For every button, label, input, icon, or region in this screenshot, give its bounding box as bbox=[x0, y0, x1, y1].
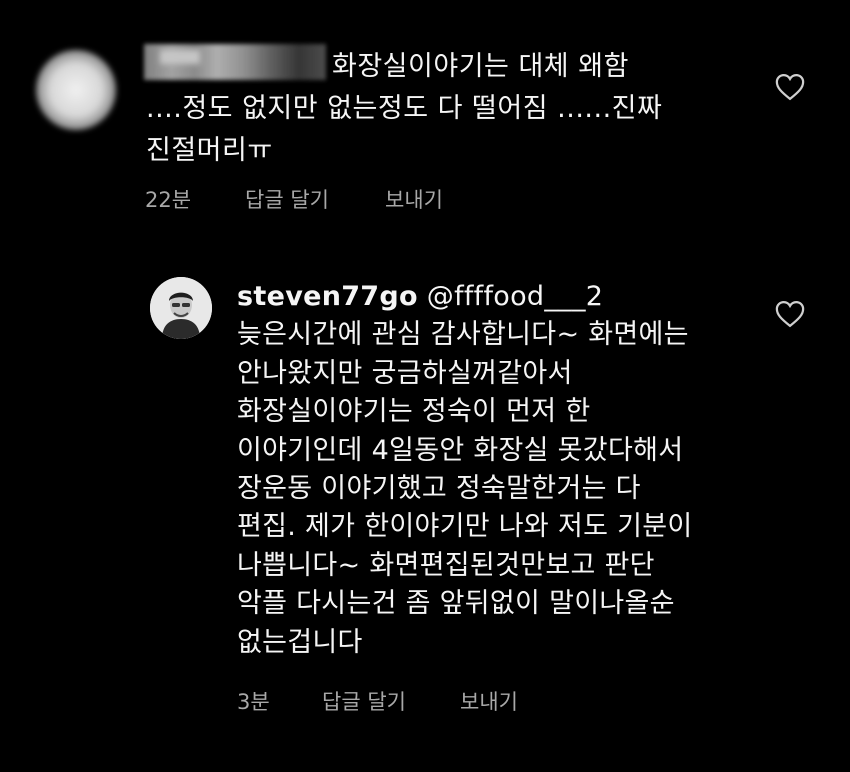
comment-1-send-button[interactable]: 보내기 bbox=[385, 184, 443, 214]
comment-2-send-button[interactable]: 보내기 bbox=[460, 686, 518, 716]
comment-2-line-2: 안나왔지만 궁금하실꺼같아서 bbox=[237, 357, 573, 389]
comment-1-text: 화장실이야기는 대체 왜함 ....정도 없지만 없는정도 다 떨어짐 .....… bbox=[146, 46, 706, 172]
like-heart-icon[interactable] bbox=[775, 73, 805, 101]
comment-1-time: 22분 bbox=[145, 188, 192, 212]
comment-2-reply-button[interactable]: 답글 달기 bbox=[322, 686, 406, 716]
comment-2-line-6: 편집. 제가 한이야기만 나와 저도 기분이 bbox=[237, 511, 693, 543]
comment-2-line-7: 나쁩니다~ 화면편집된것만보고 판단 bbox=[237, 549, 655, 581]
comment-2-header: steven77go @ffffood___2 bbox=[237, 278, 757, 316]
comment-1-reply-button[interactable]: 답글 달기 bbox=[245, 184, 329, 214]
comment-2-line-5: 장운동 이야기했고 정숙말한거는 다 bbox=[237, 473, 641, 505]
comment-2-line-8: 악플 다시는건 좀 앞뒤없이 말이나올순 bbox=[237, 588, 675, 620]
like-heart-icon[interactable] bbox=[775, 300, 805, 328]
comment-2-line-3: 화장실이야기는 정숙이 먼저 한 bbox=[237, 396, 591, 428]
comment-2-line-1: 늦은시간에 관심 감사합니다~ 화면에는 bbox=[237, 319, 689, 351]
avatar[interactable] bbox=[150, 277, 212, 339]
comment-1-line-1: 화장실이야기는 대체 왜함 bbox=[332, 51, 629, 82]
mention-link[interactable]: @ffffood___2 bbox=[427, 281, 603, 312]
comment-2-line-4: 이야기인데 4일동안 화장실 못갔다해서 bbox=[237, 434, 684, 466]
username[interactable]: steven77go bbox=[237, 281, 418, 312]
avatar-redacted[interactable] bbox=[36, 50, 116, 130]
comment-1-line-2: ....정도 없지만 없는정도 다 떨어짐 ......진짜 bbox=[146, 93, 663, 124]
comment-1-line-3: 진절머리ㅠ bbox=[146, 135, 273, 166]
comment-2-text: steven77go @ffffood___2 늦은시간에 관심 감사합니다~ … bbox=[237, 278, 757, 662]
comment-2-time: 3분 bbox=[237, 690, 270, 714]
comment-2-line-9: 없는겁니다 bbox=[237, 626, 363, 658]
